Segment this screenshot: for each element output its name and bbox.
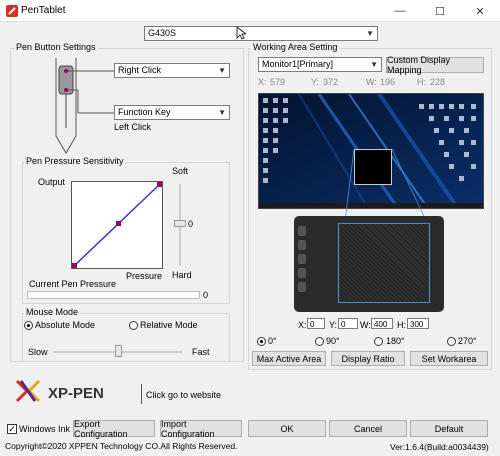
pressure-legend: Pen Pressure Sensitivity: [24, 156, 126, 166]
current-pressure-label: Current Pen Pressure: [29, 279, 117, 289]
soft-label: Soft: [172, 166, 189, 176]
windows-ink-checkbox[interactable]: ✓: [7, 424, 17, 434]
display-ratio-button[interactable]: Display Ratio: [331, 351, 405, 366]
slow-label: Slow: [28, 347, 48, 357]
rotate-270-radio[interactable]: [447, 337, 456, 346]
curve-handle-end[interactable]: [157, 182, 162, 187]
tablet-x-value: 0: [310, 320, 315, 329]
tablet-h-value: 300: [410, 320, 424, 329]
screen-h-label: H:: [417, 77, 426, 87]
website-link[interactable]: Click go to website: [146, 390, 221, 400]
max-active-area-button[interactable]: Max Active Area: [252, 351, 326, 366]
screen-x-value: 579: [270, 77, 286, 87]
pen-illustration: [48, 56, 118, 156]
screen-x-label: X:: [258, 77, 267, 87]
speed-slider-thumb[interactable]: [115, 345, 122, 357]
rotate-270-label: 270°: [458, 336, 477, 346]
rotate-0-radio[interactable]: [257, 337, 266, 346]
current-pressure-bar: [27, 291, 200, 299]
lower-button-value: Function Key: [118, 107, 171, 117]
lower-button-select[interactable]: Function Key ▼: [114, 105, 230, 120]
window-title: PenTablet: [21, 5, 66, 16]
tablet-active-area[interactable]: [338, 223, 430, 303]
curve-handle-start[interactable]: [72, 263, 77, 268]
ok-button[interactable]: OK: [248, 420, 326, 437]
absolute-mode-radio[interactable]: [24, 321, 33, 330]
tablet-w-field[interactable]: 400: [371, 318, 393, 329]
pressure-slider-value: 0: [188, 219, 194, 229]
device-select-value: G430S: [148, 28, 177, 38]
upper-button-value: Right Click: [118, 65, 162, 75]
pentablet-app-icon: [5, 4, 19, 18]
screen-h-value: 228: [430, 77, 446, 87]
screen-w-label: W:: [366, 77, 377, 87]
default-button[interactable]: Default: [410, 420, 488, 437]
fast-label: Fast: [192, 347, 210, 357]
tablet-y-field[interactable]: 0: [338, 318, 358, 329]
xp-pen-logo[interactable]: XP-PEN: [14, 378, 139, 410]
mouse-mode-legend: Mouse Mode: [24, 307, 81, 317]
tablet-w-value: 400: [374, 320, 388, 329]
absolute-mode-label: Absolute Mode: [35, 320, 96, 330]
tablet-x-field[interactable]: 0: [307, 318, 325, 329]
pen-button-legend: Pen Button Settings: [14, 42, 98, 52]
tablet-h-field[interactable]: 300: [407, 318, 429, 329]
chevron-down-icon: ▼: [218, 66, 226, 75]
export-config-button[interactable]: Export Configuration: [73, 419, 155, 439]
relative-mode-radio[interactable]: [129, 321, 138, 330]
chevron-down-icon: ▼: [218, 108, 226, 117]
pressure-slider-thumb[interactable]: [174, 220, 186, 227]
device-select[interactable]: G430S ▼: [144, 26, 378, 41]
output-label: Output: [38, 177, 66, 187]
relative-mode-label: Relative Mode: [140, 320, 198, 330]
mouse-cursor-icon: [236, 26, 248, 42]
rotate-0-label: 0°: [268, 336, 277, 346]
current-pressure-value: 0: [203, 290, 209, 300]
close-button[interactable]: ✕: [460, 0, 500, 22]
set-workarea-button[interactable]: Set Workarea: [410, 351, 488, 366]
copyright-text: Copyright©2020 XPPEN Technology CO.All R…: [5, 441, 238, 451]
monitor-select-value: Monitor1[Primary]: [262, 59, 334, 69]
minimize-button[interactable]: —: [380, 0, 420, 22]
monitor-select[interactable]: Monitor1[Primary] ▼: [258, 57, 382, 72]
tablet-y-label: Y:: [329, 320, 338, 330]
svg-text:XP-PEN: XP-PEN: [48, 385, 104, 402]
custom-display-mapping-button[interactable]: Custom Display Mapping: [386, 55, 484, 75]
tablet-y-value: 0: [341, 320, 346, 329]
tablet-x-label: X:: [298, 320, 307, 330]
tablet-h-label: H:: [397, 320, 406, 330]
rotate-90-label: 90°: [326, 336, 340, 346]
screen-y-label: Y:: [311, 77, 320, 87]
working-area-legend: Working Area Setting: [251, 42, 340, 52]
tablet-preview: [294, 216, 444, 312]
cancel-button[interactable]: Cancel: [329, 420, 407, 437]
rotate-90-radio[interactable]: [315, 337, 324, 346]
rotate-180-radio[interactable]: [374, 337, 383, 346]
maximize-button[interactable]: ☐: [420, 0, 460, 22]
upper-button-select[interactable]: Right Click ▼: [114, 63, 230, 78]
version-text: Ver:1.6.4(Build:a0034439): [390, 442, 489, 452]
hard-label: Hard: [172, 270, 192, 280]
pressure-label: Pressure: [126, 271, 163, 281]
rotate-180-label: 180°: [386, 336, 405, 346]
tablet-w-label: W:: [360, 320, 371, 330]
windows-ink-label: Windows Ink: [19, 424, 71, 434]
chevron-down-icon: ▼: [366, 29, 374, 38]
import-config-button[interactable]: Import Configuration: [160, 419, 242, 439]
screen-w-value: 196: [380, 77, 396, 87]
pressure-curve-graph[interactable]: [71, 181, 163, 269]
brand-divider: [141, 384, 142, 404]
screen-y-value: 372: [323, 77, 339, 87]
curve-handle-mid[interactable]: [116, 221, 121, 226]
chevron-down-icon: ▼: [370, 60, 378, 69]
lower-button-subtext: Left Click: [114, 122, 152, 132]
